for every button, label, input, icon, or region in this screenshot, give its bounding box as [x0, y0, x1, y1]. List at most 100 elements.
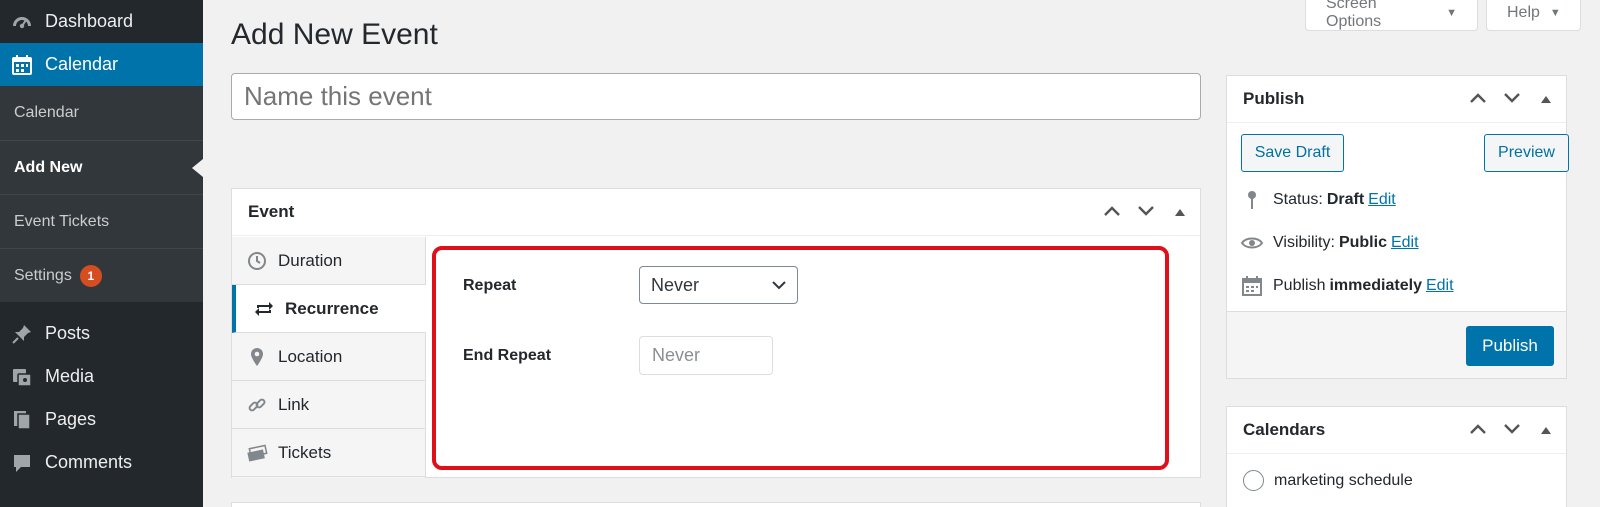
link-icon: [246, 394, 268, 416]
submenu-label: Settings: [14, 266, 72, 284]
publish-actions: Publish: [1227, 311, 1566, 378]
visibility-row: Visibility: Public Edit: [1241, 232, 1419, 254]
menu-item-dashboard[interactable]: Dashboard: [0, 0, 203, 43]
tab-label: Link: [278, 394, 310, 414]
calendar-option[interactable]: marketing schedule: [1243, 470, 1413, 491]
pages-icon: [10, 408, 34, 432]
repeat-select-value: Never: [651, 274, 700, 295]
save-draft-button[interactable]: Save Draft: [1241, 134, 1344, 172]
metabox-title: Calendars: [1243, 420, 1326, 439]
admin-sidebar: Dashboard Calendar Calendar Add New Even…: [0, 0, 203, 507]
publish-date-row: Publish immediately Edit: [1241, 275, 1454, 297]
submenu-item-calendar[interactable]: Calendar: [0, 86, 203, 140]
comments-icon: [10, 451, 34, 475]
publish-button[interactable]: Publish: [1466, 326, 1554, 366]
menu-item-label: Media: [45, 366, 95, 386]
caret-down-icon: ▼: [1446, 7, 1457, 19]
screen-options-button[interactable]: Screen Options ▼: [1305, 0, 1478, 31]
edit-publish-date-link[interactable]: Edit: [1426, 277, 1454, 295]
collapse-toggle-icon[interactable]: [1536, 91, 1556, 109]
help-button[interactable]: Help ▼: [1486, 0, 1581, 31]
submenu-label: Calendar: [14, 104, 79, 121]
menu-item-label: Comments: [45, 452, 133, 472]
menu-item-media[interactable]: Media: [0, 355, 203, 398]
end-repeat-placeholder: Never: [652, 345, 701, 365]
tab-label: Tickets: [278, 442, 332, 462]
calendar-submenu: Calendar Add New Event Tickets Settings 1: [0, 86, 203, 302]
location-icon: [246, 346, 268, 368]
submenu-item-settings[interactable]: Settings 1: [0, 248, 203, 302]
status-row: Status: Draft Edit: [1241, 189, 1396, 211]
calendar-icon: [10, 53, 34, 77]
edit-status-link[interactable]: Edit: [1368, 191, 1396, 209]
calendars-metabox: Calendars marketing schedule: [1226, 406, 1567, 507]
repeat-label: Repeat: [463, 277, 517, 294]
dashboard-icon: [10, 10, 34, 34]
eye-icon: [1241, 232, 1263, 254]
end-repeat-input[interactable]: Never: [639, 336, 773, 375]
submenu-item-event-tickets[interactable]: Event Tickets: [0, 194, 203, 248]
event-name-input[interactable]: [231, 73, 1201, 120]
calendar-option-label: marketing schedule: [1274, 471, 1413, 489]
metabox-title: Event: [248, 202, 295, 221]
update-count-badge: 1: [79, 264, 102, 287]
event-tabs: Duration Recurrence Location Link Ticket…: [232, 237, 426, 478]
tab-label: Recurrence: [285, 298, 379, 318]
screen-options-label: Screen Options: [1326, 0, 1382, 30]
pin-icon: [10, 322, 34, 346]
collapse-toggle-icon[interactable]: [1170, 204, 1190, 222]
move-up-icon[interactable]: [1468, 91, 1488, 109]
move-down-icon[interactable]: [1502, 91, 1522, 109]
publish-metabox: Publish Save Draft Preview Status: Draft…: [1226, 75, 1569, 379]
status-label: Status:: [1273, 191, 1323, 208]
page-title: Add New Event: [231, 18, 438, 51]
calendar-icon: [1241, 275, 1263, 297]
submenu-label: Event Tickets: [14, 212, 110, 230]
metabox-title: Publish: [1243, 89, 1305, 108]
submenu-item-add-new[interactable]: Add New: [0, 140, 203, 194]
menu-item-label: Posts: [45, 323, 91, 343]
menu-item-label: Pages: [45, 409, 97, 429]
clock-icon: [246, 250, 268, 272]
tab-tickets[interactable]: Tickets: [232, 429, 425, 477]
metabox-header: Event: [232, 189, 1200, 236]
edit-visibility-link[interactable]: Edit: [1391, 234, 1419, 252]
end-repeat-label: End Repeat: [463, 347, 552, 364]
menu-item-posts[interactable]: Posts: [0, 312, 203, 355]
tab-recurrence[interactable]: Recurrence: [232, 285, 426, 333]
caret-down-icon: ▼: [1549, 7, 1561, 19]
repeat-select[interactable]: Never: [639, 266, 798, 304]
menu-item-label: Dashboard: [45, 11, 134, 31]
publish-value: immediately: [1329, 277, 1422, 294]
publish-label: Publish: [1273, 277, 1326, 294]
menu-item-calendar[interactable]: Calendar: [0, 43, 203, 86]
menu-item-comments[interactable]: Comments: [0, 441, 203, 484]
visibility-value: Public: [1338, 234, 1387, 251]
move-down-icon[interactable]: [1136, 204, 1156, 222]
metabox-header: Calendars: [1227, 407, 1566, 454]
move-down-icon[interactable]: [1502, 422, 1522, 440]
menu-item-pages[interactable]: Pages: [0, 398, 203, 441]
tab-label: Location: [278, 346, 343, 366]
pin-icon: [1241, 189, 1263, 211]
submenu-label: Add New: [14, 158, 83, 176]
tickets-icon: [246, 442, 268, 464]
repeat-icon: [253, 298, 275, 320]
calendar-radio[interactable]: [1243, 470, 1264, 491]
help-label: Help: [1507, 4, 1540, 21]
metabox-header: Publish: [1227, 76, 1566, 123]
move-up-icon[interactable]: [1468, 422, 1488, 440]
status-value: Draft: [1326, 191, 1365, 208]
visibility-label: Visibility:: [1273, 234, 1335, 251]
collapse-toggle-icon[interactable]: [1536, 422, 1556, 440]
tab-duration[interactable]: Duration: [232, 237, 425, 285]
preview-button[interactable]: Preview: [1484, 134, 1569, 172]
move-up-icon[interactable]: [1102, 204, 1122, 222]
chevron-down-icon: [771, 276, 787, 299]
media-icon: [10, 365, 34, 389]
tab-label: Duration: [278, 250, 343, 270]
menu-item-label: Calendar: [45, 54, 119, 74]
next-metabox-edge: [231, 502, 1201, 507]
tab-location[interactable]: Location: [232, 333, 425, 381]
tab-link[interactable]: Link: [232, 381, 425, 429]
